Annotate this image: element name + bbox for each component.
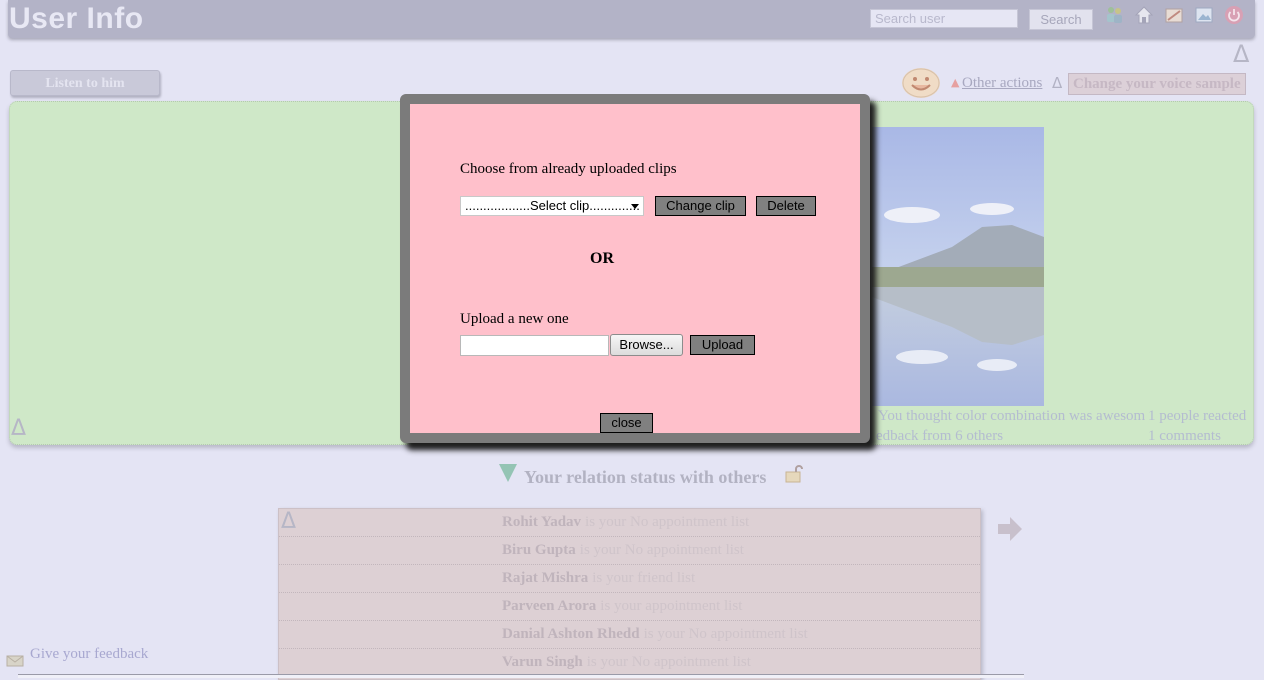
smiley-icon[interactable] [902,68,940,98]
home-icon[interactable] [1134,5,1154,25]
other-actions-link[interactable]: Other actions [962,75,1042,92]
upload-label: Upload a new one [460,311,569,327]
relation-status: is your No appointment list [586,654,751,670]
relation-row[interactable]: Parveen Arora is your appointment list [279,593,980,621]
clip-select-value: ..................Select clip...........… [465,198,640,213]
relation-name[interactable]: Varun Singh [502,654,583,670]
relation-row[interactable]: Varun Singh is your No appointment list [279,649,980,677]
relation-row[interactable]: Danial Ashton Rhedd is your No appointmen… [279,621,980,649]
browse-button[interactable]: Browse... [610,334,683,356]
relation-row[interactable]: Rajat Mishra is your friend list [279,565,980,593]
give-feedback-link[interactable]: Give your feedback [30,646,148,663]
panel-collapse-icon[interactable]: Δ [11,416,26,441]
header-bar: User Info Search [8,0,1255,38]
relations-list: Δ Rohit Yadav is your No appointment list… [278,508,981,680]
bottom-scroll-edge [18,674,1024,678]
delete-button[interactable]: Delete [756,196,816,216]
relation-row[interactable]: Biru Gupta is your No appointment list [279,537,980,565]
relation-name[interactable]: Biru Gupta [502,542,576,558]
relation-status: is your friend list [592,570,696,586]
relation-name[interactable]: Danial Ashton Rhedd [502,626,640,642]
relations-title: Your relation status with others [524,467,767,487]
collapse-toggle-icon[interactable]: Δ [1233,40,1249,68]
lock-icon [785,465,803,483]
power-icon[interactable] [1224,5,1244,25]
expand-triangle-icon[interactable] [499,464,517,482]
users-icon[interactable] [1104,5,1124,25]
upload-button[interactable]: Upload [690,335,755,355]
relation-status: is your No appointment list [579,542,744,558]
menu-arrow-icon: ▲ [951,76,960,89]
feedback-icon [6,655,24,667]
clip-select[interactable]: ..................Select clip...........… [460,196,644,216]
post-photo[interactable] [872,127,1044,406]
relation-name[interactable]: Rohit Yadav [502,514,581,530]
delta-icon: Δ [1052,74,1063,92]
or-separator: OR [590,250,614,267]
feedback-count-text: edback from 6 others [876,428,1004,444]
change-clip-button[interactable]: Change clip [655,196,746,216]
relation-status: is your No appointment list [643,626,808,642]
reaction-text: You thought color combination was awesom [878,408,1146,424]
search-input[interactable] [870,9,1018,28]
reaction-count[interactable]: 1 people reacted [1148,408,1246,425]
chevron-down-icon [631,204,639,209]
comments-count[interactable]: 1 comments [1148,428,1221,445]
relation-row[interactable]: Rohit Yadav is your No appointment list [279,509,980,537]
settings-icon[interactable] [1164,5,1184,25]
voice-clip-dialog: Choose from already uploaded clips .....… [400,94,870,443]
relation-name[interactable]: Parveen Arora [502,598,596,614]
choose-clip-label: Choose from already uploaded clips [460,161,677,177]
listen-button[interactable]: Listen to him [10,70,160,96]
close-button[interactable]: close [600,413,653,433]
next-arrow-icon[interactable] [996,515,1024,543]
upload-icon[interactable] [1194,5,1214,25]
change-voice-button[interactable]: Change your voice sample [1068,73,1246,95]
search-button[interactable]: Search [1029,9,1093,30]
page-title: User Info [9,2,144,35]
relation-name[interactable]: Rajat Mishra [502,570,588,586]
relation-status: is your appointment list [600,598,743,614]
relation-status: is your No appointment list [585,514,750,530]
file-path-input[interactable] [460,335,609,356]
